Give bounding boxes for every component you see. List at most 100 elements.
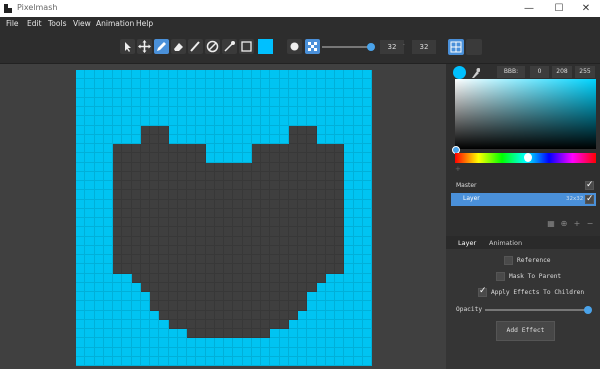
pixel-cell[interactable] xyxy=(76,273,86,283)
pixel-cell[interactable] xyxy=(177,264,187,274)
pixel-cell[interactable] xyxy=(335,153,345,163)
pixel-cell[interactable] xyxy=(122,292,132,302)
pixel-cell[interactable] xyxy=(187,236,197,246)
dither-brush-button[interactable] xyxy=(305,39,320,54)
menu-animation[interactable]: Animation xyxy=(96,19,134,28)
pixel-cell[interactable] xyxy=(159,227,169,237)
pixel-cell[interactable] xyxy=(76,208,86,218)
pixel-cell[interactable] xyxy=(76,107,86,117)
pixel-cell[interactable] xyxy=(122,338,132,348)
pixel-cell[interactable] xyxy=(344,181,354,191)
pixel-cell[interactable] xyxy=(196,319,206,329)
pixel-cell[interactable] xyxy=(187,347,197,357)
pixel-cell[interactable] xyxy=(353,97,363,107)
pixel-cell[interactable] xyxy=(251,347,261,357)
pixel-cell[interactable] xyxy=(103,319,113,329)
pixel-cell[interactable] xyxy=(288,190,298,200)
pixel-cell[interactable] xyxy=(316,236,326,246)
pixel-cell[interactable] xyxy=(325,208,335,218)
pixel-cell[interactable] xyxy=(131,338,141,348)
pixel-cell[interactable] xyxy=(140,356,150,366)
pixel-cell[interactable] xyxy=(335,292,345,302)
pixel-cell[interactable] xyxy=(159,181,169,191)
pixel-cell[interactable] xyxy=(140,97,150,107)
pixel-cell[interactable] xyxy=(150,329,160,339)
pixel-cell[interactable] xyxy=(307,153,317,163)
pixel-cell[interactable] xyxy=(122,255,132,265)
pixel-cell[interactable] xyxy=(122,319,132,329)
pixel-cell[interactable] xyxy=(205,227,215,237)
pixel-cell[interactable] xyxy=(279,134,289,144)
saturation-value-picker[interactable] xyxy=(455,79,596,149)
pixel-cell[interactable] xyxy=(85,338,95,348)
pixel-cell[interactable] xyxy=(214,88,224,98)
pixel-cell[interactable] xyxy=(325,236,335,246)
pixel-cell[interactable] xyxy=(168,107,178,117)
green-input[interactable]: 208 xyxy=(552,66,572,78)
pixel-cell[interactable] xyxy=(288,107,298,117)
pixel-cell[interactable] xyxy=(233,329,243,339)
pixel-cell[interactable] xyxy=(103,255,113,265)
pixel-cell[interactable] xyxy=(344,301,354,311)
pixel-cell[interactable] xyxy=(113,310,123,320)
pixel-cell[interactable] xyxy=(177,171,187,181)
pixel-cell[interactable] xyxy=(242,329,252,339)
pixel-cell[interactable] xyxy=(242,208,252,218)
pixel-cell[interactable] xyxy=(196,227,206,237)
pixel-cell[interactable] xyxy=(353,273,363,283)
pixel-cell[interactable] xyxy=(187,245,197,255)
pixel-cell[interactable] xyxy=(307,236,317,246)
pixel-cell[interactable] xyxy=(362,125,372,135)
pixel-cell[interactable] xyxy=(205,338,215,348)
pixel-cell[interactable] xyxy=(251,208,261,218)
pixel-cell[interactable] xyxy=(233,97,243,107)
pixel-cell[interactable] xyxy=(279,97,289,107)
pixel-cell[interactable] xyxy=(298,199,308,209)
pixel-cell[interactable] xyxy=(113,181,123,191)
pixel-cell[interactable] xyxy=(335,125,345,135)
pixel-cell[interactable] xyxy=(131,144,141,154)
pixel-cell[interactable] xyxy=(159,329,169,339)
pixel-cell[interactable] xyxy=(131,310,141,320)
pixel-cell[interactable] xyxy=(344,245,354,255)
pixel-cell[interactable] xyxy=(242,245,252,255)
pixel-cell[interactable] xyxy=(187,319,197,329)
pixel-cell[interactable] xyxy=(344,107,354,117)
pixel-cell[interactable] xyxy=(205,162,215,172)
pixel-cell[interactable] xyxy=(177,190,187,200)
pixel-cell[interactable] xyxy=(187,125,197,135)
pixel-cell[interactable] xyxy=(168,245,178,255)
pixel-cell[interactable] xyxy=(150,227,160,237)
pixel-cell[interactable] xyxy=(325,134,335,144)
pixel-cell[interactable] xyxy=(214,273,224,283)
pixel-cell[interactable] xyxy=(233,227,243,237)
pixel-cell[interactable] xyxy=(168,319,178,329)
pixel-cell[interactable] xyxy=(307,134,317,144)
pixel-cell[interactable] xyxy=(159,347,169,357)
pixel-cell[interactable] xyxy=(187,88,197,98)
pixel-cell[interactable] xyxy=(168,171,178,181)
pixel-cell[interactable] xyxy=(353,218,363,228)
pixel-cell[interactable] xyxy=(362,255,372,265)
pixel-cell[interactable] xyxy=(335,181,345,191)
pixel-cell[interactable] xyxy=(94,282,104,292)
pixel-cell[interactable] xyxy=(214,116,224,126)
pixel-cell[interactable] xyxy=(177,227,187,237)
pixel-cell[interactable] xyxy=(335,264,345,274)
pixel-cell[interactable] xyxy=(113,125,123,135)
pixel-cell[interactable] xyxy=(159,107,169,117)
pixel-cell[interactable] xyxy=(224,218,234,228)
pixel-cell[interactable] xyxy=(270,199,280,209)
pixel-cell[interactable] xyxy=(196,144,206,154)
pixel-cell[interactable] xyxy=(196,301,206,311)
pixel-cell[interactable] xyxy=(251,162,261,172)
pixel-cell[interactable] xyxy=(150,116,160,126)
pixel-cell[interactable] xyxy=(307,292,317,302)
pixel-cell[interactable] xyxy=(233,292,243,302)
pixel-cell[interactable] xyxy=(224,88,234,98)
pixel-cell[interactable] xyxy=(362,144,372,154)
pixel-cell[interactable] xyxy=(85,181,95,191)
pixel-cell[interactable] xyxy=(353,162,363,172)
pixel-cell[interactable] xyxy=(159,255,169,265)
pixel-cell[interactable] xyxy=(270,347,280,357)
